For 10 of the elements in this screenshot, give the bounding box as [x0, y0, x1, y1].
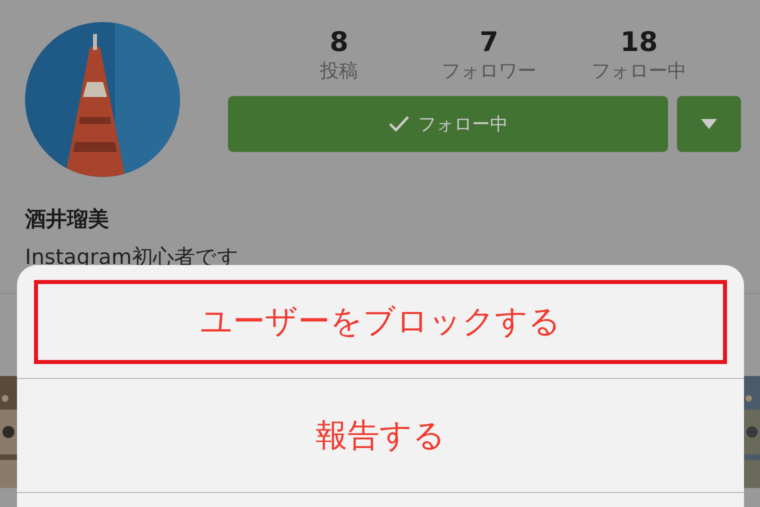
sheet-option[interactable]: 報告する	[34, 394, 727, 478]
following-button[interactable]: フォロー中	[228, 96, 668, 152]
stat-label: フォロワー	[442, 59, 536, 84]
stat-label: フォロー中	[592, 59, 686, 84]
stat-count: 8	[330, 28, 348, 58]
profile-name: 酒井瑠美	[25, 206, 109, 233]
stat-count: 7	[480, 28, 498, 58]
sheet-option[interactable]: ユーザーをブロックする	[34, 280, 727, 364]
stat-count: 18	[620, 28, 658, 58]
stat-label: 投稿	[320, 59, 358, 84]
